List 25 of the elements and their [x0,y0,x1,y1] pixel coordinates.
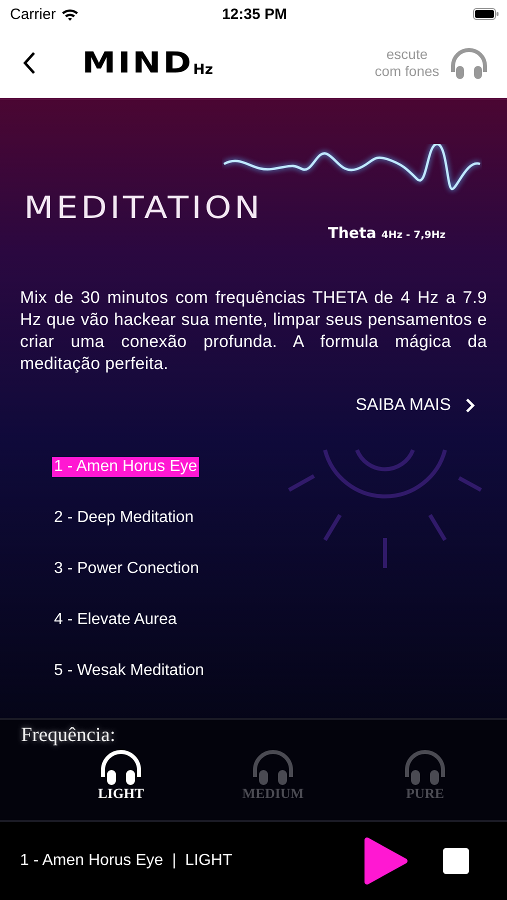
frequency-label: Frequência: [20,723,116,747]
band-label: Theta [328,224,376,242]
carrier-label: Carrier [10,6,56,22]
track-item[interactable]: 3 - Power Conection [52,559,201,579]
track-item[interactable]: 4 - Elevate Aurea [52,610,179,630]
frequency-option[interactable]: LIGHT [75,747,167,803]
battery-icon [472,8,499,20]
hero-title: MEDITATION [24,190,263,226]
app-logo: MIND Hz [82,45,214,82]
band-range: 4Hz - 7,9Hz [381,230,446,241]
play-button[interactable] [363,836,409,886]
headphones-icon [402,747,448,787]
status-time: 12:35 PM [222,6,288,22]
track-item[interactable]: 5 - Wesak Meditation [52,661,206,681]
now-playing-text: 1 - Amen Horus Eye | LIGHT [20,852,232,870]
headphones-icon [98,747,144,787]
learn-more-link[interactable]: SAIBA MAIS [356,395,475,415]
wifi-icon [60,8,79,20]
headphones-hint: escute com fones [374,46,440,80]
chevron-right-icon [465,398,475,412]
headphones-icon [250,747,296,787]
description-text: Mix de 30 minutos com frequências THETA de 4 Hz a 7.9 Hz que vão hackear sua mente, limpar seus pensamentos e criar uma conexão profunda. A formula mágica da meditação perfeita. [20,287,487,375]
back-chevron-icon [22,51,36,75]
track-item[interactable]: 2 - Deep Meditation [52,508,196,528]
headphones-icon [449,46,489,80]
